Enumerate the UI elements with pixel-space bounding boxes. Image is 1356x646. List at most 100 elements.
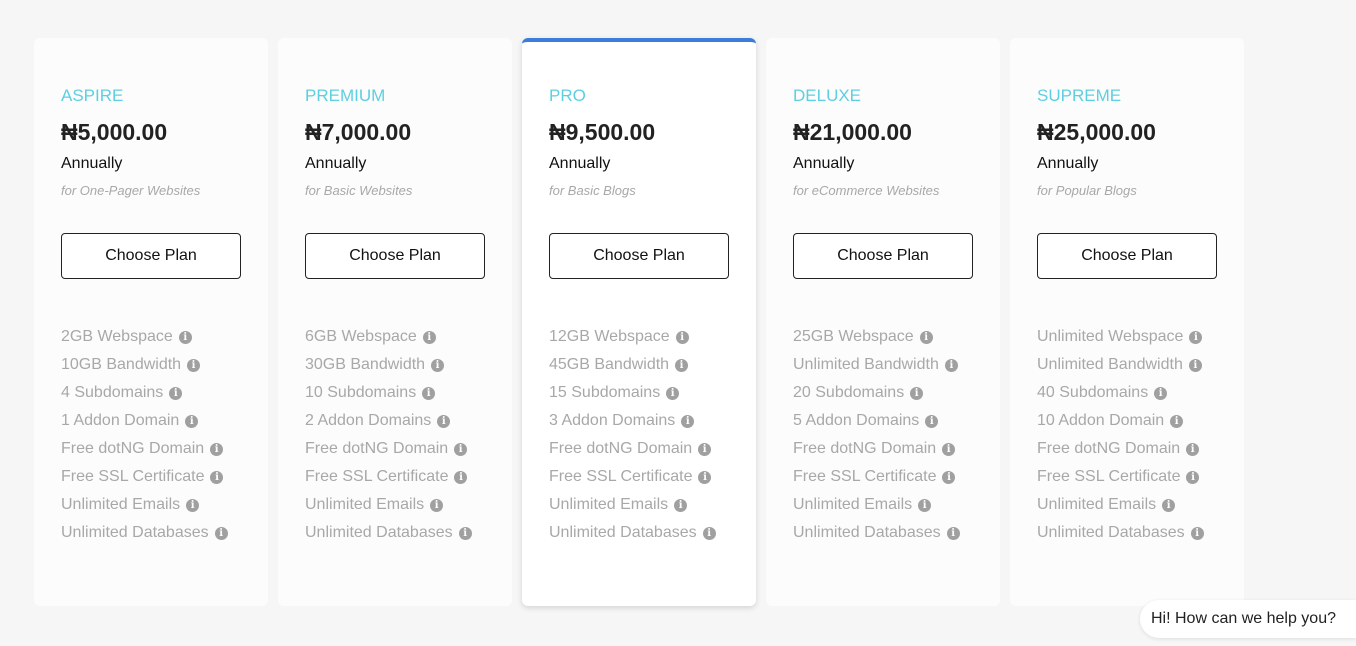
feature-item: Unlimited Databases i — [549, 519, 756, 547]
choose-plan-button[interactable]: Choose Plan — [305, 233, 485, 279]
plan-name: PREMIUM — [305, 86, 386, 105]
info-icon[interactable]: i — [1186, 470, 1200, 484]
feature-item: 6GB Webspace i — [305, 323, 512, 351]
info-icon[interactable]: i — [431, 358, 445, 372]
info-icon[interactable]: i — [437, 414, 451, 428]
plan-name: DELUXE — [793, 86, 862, 105]
plan-description: for Popular Blogs — [1037, 183, 1137, 198]
info-icon[interactable]: i — [1189, 330, 1203, 344]
feature-label: 1 Addon Domain — [61, 412, 180, 429]
feature-item: Unlimited Webspace i — [1037, 323, 1244, 351]
plan-card-deluxe: DELUXE ₦21,000.00 Annually for eCommerce We… — [766, 38, 1000, 606]
feature-item: Unlimited Emails i — [549, 491, 756, 519]
feature-label: 5 Addon Domains — [793, 412, 920, 429]
info-icon[interactable]: i — [185, 414, 199, 428]
info-icon[interactable]: i — [675, 358, 689, 372]
info-icon[interactable]: i — [1188, 358, 1202, 372]
info-icon[interactable]: i — [666, 386, 680, 400]
info-icon[interactable]: i — [919, 330, 933, 344]
feature-label: Unlimited Emails — [549, 496, 669, 513]
feature-list: 12GB Webspace i 45GB Bandwidth i 15 Subdomai… — [549, 323, 756, 547]
choose-plan-button[interactable]: Choose Plan — [793, 233, 973, 279]
feature-item: Free SSL Certificate i — [61, 463, 268, 491]
feature-label: Unlimited Databases — [793, 524, 941, 541]
feature-label: Unlimited Emails — [793, 496, 913, 513]
info-icon[interactable]: i — [942, 442, 956, 456]
info-icon[interactable]: i — [1186, 442, 1200, 456]
feature-item: 10 Subdomains i — [305, 379, 512, 407]
info-icon[interactable]: i — [422, 386, 436, 400]
info-icon[interactable]: i — [674, 498, 688, 512]
info-icon[interactable]: i — [169, 386, 183, 400]
feature-item: 20 Subdomains i — [793, 379, 1000, 407]
feature-label: 25GB Webspace — [793, 328, 914, 345]
plan-description: for Basic Blogs — [549, 183, 636, 198]
info-icon[interactable]: i — [702, 526, 716, 540]
info-icon[interactable]: i — [454, 470, 468, 484]
feature-item: Unlimited Emails i — [305, 491, 512, 519]
info-icon[interactable]: i — [698, 442, 712, 456]
plan-description: for Basic Websites — [305, 183, 413, 198]
feature-item: 1 Addon Domain i — [61, 407, 268, 435]
feature-item: Unlimited Databases i — [793, 519, 1000, 547]
plan-name: SUPREME — [1037, 86, 1122, 105]
feature-label: Unlimited Emails — [1037, 496, 1157, 513]
feature-item: Unlimited Emails i — [793, 491, 1000, 519]
info-icon[interactable]: i — [210, 442, 224, 456]
plan-price: ₦25,000.00 — [1037, 119, 1156, 145]
feature-label: 45GB Bandwidth — [549, 356, 670, 373]
info-icon[interactable]: i — [944, 358, 958, 372]
feature-label: Unlimited Emails — [305, 496, 425, 513]
info-icon[interactable]: i — [1170, 414, 1184, 428]
feature-item: Free SSL Certificate i — [793, 463, 1000, 491]
info-icon[interactable]: i — [187, 358, 201, 372]
info-icon[interactable]: i — [910, 386, 924, 400]
info-icon[interactable]: i — [214, 526, 228, 540]
feature-label: 10GB Bandwidth — [61, 356, 182, 373]
info-icon[interactable]: i — [681, 414, 695, 428]
feature-item: Free dotNG Domain i — [793, 435, 1000, 463]
feature-label: 40 Subdomains — [1037, 384, 1149, 401]
info-icon[interactable]: i — [1190, 526, 1204, 540]
feature-label: Free dotNG Domain — [793, 440, 937, 457]
feature-label: 10 Subdomains — [305, 384, 417, 401]
info-icon[interactable]: i — [454, 442, 468, 456]
feature-item: Free SSL Certificate i — [305, 463, 512, 491]
feature-list: 25GB Webspace i Unlimited Bandwidth i 20 Sub… — [793, 323, 1000, 547]
info-icon[interactable]: i — [925, 414, 939, 428]
info-icon[interactable]: i — [178, 330, 192, 344]
info-icon[interactable]: i — [675, 330, 689, 344]
choose-plan-button[interactable]: Choose Plan — [549, 233, 729, 279]
info-icon[interactable]: i — [422, 330, 436, 344]
feature-list: 2GB Webspace i 10GB Bandwidth i 4 Subdomains… — [61, 323, 268, 547]
info-icon[interactable]: i — [942, 470, 956, 484]
info-icon[interactable]: i — [458, 526, 472, 540]
feature-item: Unlimited Bandwidth i — [793, 351, 1000, 379]
feature-item: Free SSL Certificate i — [1037, 463, 1244, 491]
plan-price: ₦7,000.00 — [305, 119, 412, 145]
feature-item: Free SSL Certificate i — [549, 463, 756, 491]
info-icon[interactable]: i — [1162, 498, 1176, 512]
info-icon[interactable]: i — [210, 470, 224, 484]
info-icon[interactable]: i — [918, 498, 932, 512]
choose-plan-button[interactable]: Choose Plan — [61, 233, 241, 279]
plan-card-pro: PRO ₦9,500.00 Annually for Basic Blogs Choos… — [522, 38, 756, 606]
info-icon[interactable]: i — [430, 498, 444, 512]
feature-label: Free SSL Certificate — [1037, 468, 1181, 485]
info-icon[interactable]: i — [946, 526, 960, 540]
feature-item: Free dotNG Domain i — [61, 435, 268, 463]
feature-item: 5 Addon Domains i — [793, 407, 1000, 435]
feature-item: Unlimited Emails i — [61, 491, 268, 519]
feature-item: Free dotNG Domain i — [1037, 435, 1244, 463]
info-icon[interactable]: i — [698, 470, 712, 484]
plan-billing-cycle: Annually — [1037, 155, 1099, 172]
choose-plan-button[interactable]: Choose Plan — [1037, 233, 1217, 279]
info-icon[interactable]: i — [186, 498, 200, 512]
feature-item: 4 Subdomains i — [61, 379, 268, 407]
chat-widget-button[interactable]: Hi! How can we help you? — [1140, 600, 1356, 638]
feature-list: Unlimited Webspace i Unlimited Bandwidth i 4… — [1037, 323, 1244, 547]
info-icon[interactable]: i — [1154, 386, 1168, 400]
plan-name: ASPIRE — [61, 86, 124, 105]
feature-label: Unlimited Databases — [549, 524, 697, 541]
feature-label: 3 Addon Domains — [549, 412, 676, 429]
